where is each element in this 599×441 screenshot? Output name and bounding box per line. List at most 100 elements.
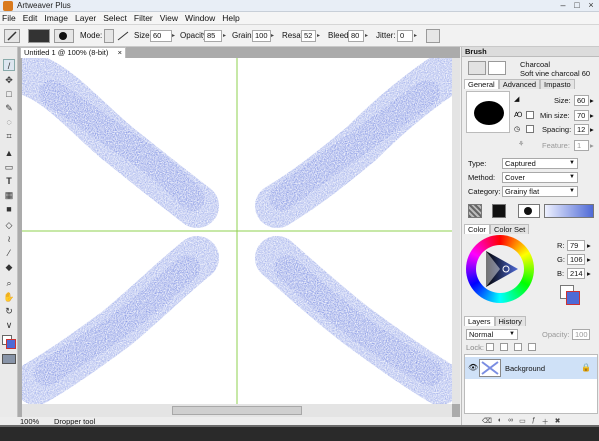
- gradient-button[interactable]: [544, 204, 594, 218]
- document-tab[interactable]: Untitled 1 @ 100% (8-bit) ×: [20, 47, 126, 58]
- green-arrow-icon[interactable]: ▸: [587, 255, 591, 264]
- document-canvas[interactable]: [22, 58, 456, 404]
- brush-preview-button[interactable]: [28, 29, 50, 43]
- opacity-field[interactable]: 85: [204, 30, 222, 42]
- minimize-button[interactable]: –: [557, 0, 569, 11]
- eye-icon[interactable]: 👁: [468, 363, 478, 372]
- red-field[interactable]: 79: [567, 240, 585, 251]
- tab-color[interactable]: Color: [464, 224, 490, 234]
- move-tool-icon[interactable]: ✥: [3, 74, 15, 86]
- blue-field[interactable]: 214: [567, 268, 585, 279]
- mode-freehand-button[interactable]: [104, 29, 114, 43]
- horizontal-scrollbar[interactable]: [22, 404, 452, 417]
- gradient-tool-icon[interactable]: ▦: [3, 189, 15, 201]
- brush-category-button[interactable]: [468, 61, 486, 75]
- dropper-tool-icon[interactable]: ⁄: [3, 247, 15, 259]
- brush-size-field[interactable]: 60: [574, 95, 589, 106]
- jitter-field[interactable]: 0: [397, 30, 413, 42]
- resat-arrow-icon[interactable]: ▸: [317, 30, 324, 42]
- blue-arrow-icon[interactable]: ▸: [587, 269, 591, 278]
- pen-tool-icon[interactable]: ✎: [3, 102, 15, 114]
- lock-all-checkbox[interactable]: [528, 343, 536, 351]
- feature-field[interactable]: 1: [574, 140, 589, 151]
- menu-image[interactable]: Image: [44, 13, 68, 23]
- resat-field[interactable]: 52: [301, 30, 316, 42]
- color-wheel[interactable]: [466, 235, 534, 303]
- size-field[interactable]: 60: [150, 30, 172, 42]
- brush-tip-button[interactable]: [492, 204, 506, 218]
- dab-type-button[interactable]: [518, 204, 540, 218]
- folder-icon[interactable]: ▭: [519, 417, 526, 425]
- tool-preset-button[interactable]: [4, 29, 20, 43]
- menu-edit[interactable]: Edit: [23, 13, 38, 23]
- opacity-arrow-icon[interactable]: ▸: [223, 30, 230, 42]
- tab-history[interactable]: History: [494, 316, 526, 326]
- spacing-arrow-icon[interactable]: ▸: [590, 125, 594, 134]
- lock-position-checkbox[interactable]: [514, 343, 522, 351]
- trash-icon[interactable]: ✖: [555, 417, 561, 425]
- category-dropdown[interactable]: Grainy flat ▼: [502, 186, 578, 197]
- fx-icon[interactable]: ƒ: [532, 417, 536, 425]
- size-arrow-icon[interactable]: ▸: [172, 30, 179, 42]
- lasso-tool-icon[interactable]: ◌: [3, 116, 15, 128]
- crop-tool-icon[interactable]: ⌗: [3, 130, 15, 142]
- maximize-button[interactable]: □: [571, 0, 583, 11]
- blend-mode-dropdown[interactable]: Normal ▼: [466, 329, 518, 340]
- tab-general[interactable]: General: [464, 79, 499, 89]
- grain-arrow-icon[interactable]: ▸: [271, 30, 278, 42]
- foreground-color-preview[interactable]: [566, 291, 580, 305]
- lock-transparency-checkbox[interactable]: [486, 343, 494, 351]
- tab-advanced[interactable]: Advanced: [498, 79, 541, 89]
- method-dropdown[interactable]: Cover ▼: [502, 172, 578, 183]
- link-icon[interactable]: ∞: [508, 417, 513, 425]
- bucket-tool-icon[interactable]: ◆: [3, 261, 15, 273]
- green-field[interactable]: 106: [567, 254, 585, 265]
- mask-icon[interactable]: ◐: [498, 417, 502, 425]
- delete-layer-icon[interactable]: ⌫: [482, 417, 492, 425]
- rotate-tool-icon[interactable]: ↻: [3, 305, 15, 317]
- bleed-arrow-icon[interactable]: ▸: [365, 30, 372, 42]
- vertical-scrollbar[interactable]: [452, 58, 460, 404]
- tab-color-set[interactable]: Color Set: [489, 224, 530, 234]
- min-size-field[interactable]: 70: [574, 110, 589, 121]
- bleed-field[interactable]: 80: [348, 30, 364, 42]
- foreground-color-swatch[interactable]: [6, 339, 16, 349]
- jitter-arrow-icon[interactable]: ▸: [414, 30, 421, 42]
- layer-opacity-field[interactable]: 100: [572, 329, 590, 340]
- red-arrow-icon[interactable]: ▸: [587, 241, 591, 250]
- tab-impasto[interactable]: Impasto: [540, 79, 575, 89]
- color-triangle[interactable]: [476, 245, 524, 293]
- marquee-tool-icon[interactable]: □: [3, 88, 15, 100]
- tab-layers[interactable]: Layers: [464, 316, 495, 326]
- spacing-field[interactable]: 12: [574, 124, 589, 135]
- close-document-icon[interactable]: ×: [118, 48, 122, 58]
- mode-line-icon[interactable]: [117, 31, 129, 41]
- stamp-tool-icon[interactable]: ▲: [3, 147, 15, 159]
- brush-shape-button[interactable]: [54, 29, 74, 43]
- menu-layer[interactable]: Layer: [75, 13, 96, 23]
- menu-select[interactable]: Select: [103, 13, 127, 23]
- menu-filter[interactable]: Filter: [134, 13, 153, 23]
- eraser-tool-icon[interactable]: ◇: [3, 219, 15, 231]
- shape-tool-icon[interactable]: ▭: [3, 161, 15, 173]
- new-layer-icon[interactable]: ＋: [542, 417, 549, 426]
- spacing-checkbox[interactable]: [526, 125, 534, 133]
- lock-paint-checkbox[interactable]: [500, 343, 508, 351]
- menu-window[interactable]: Window: [185, 13, 215, 23]
- zoom-tool-icon[interactable]: ⌕: [3, 277, 15, 289]
- hand-tool-icon[interactable]: ✋: [3, 291, 15, 303]
- min-size-checkbox[interactable]: [526, 111, 534, 119]
- screen-mode-button[interactable]: [2, 354, 16, 364]
- horizontal-scroll-thumb[interactable]: [172, 406, 302, 415]
- layer-row[interactable]: 👁 Background 🔒: [465, 357, 597, 379]
- brush-tool-icon[interactable]: /: [3, 59, 15, 71]
- mirror-tool-icon[interactable]: ∨: [3, 319, 15, 331]
- type-dropdown[interactable]: Captured ▼: [502, 158, 578, 169]
- grain-texture-button[interactable]: [468, 204, 482, 218]
- menu-view[interactable]: View: [160, 13, 178, 23]
- close-window-button[interactable]: ×: [585, 0, 597, 11]
- smudge-tool-icon[interactable]: ≀: [3, 233, 15, 245]
- menu-help[interactable]: Help: [222, 13, 239, 23]
- reset-options-button[interactable]: [426, 29, 440, 43]
- brush-size-arrow-icon[interactable]: ▸: [590, 96, 594, 105]
